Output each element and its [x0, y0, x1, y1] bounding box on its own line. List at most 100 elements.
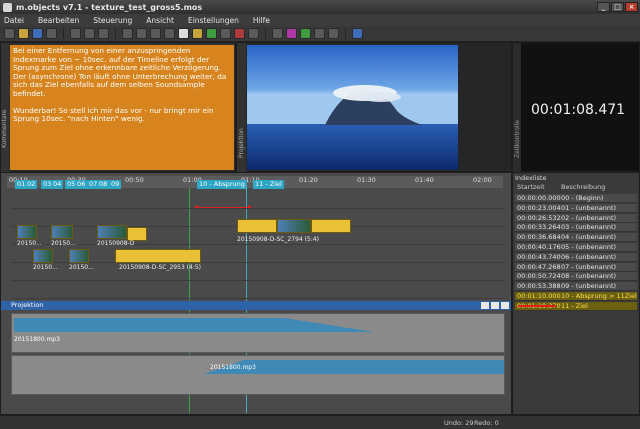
timeline-panel[interactable]: 00:10 00:30 00:50 01:00 01:10 01:20 01:3…	[0, 172, 512, 415]
track-option-icon[interactable]	[481, 302, 489, 309]
image-clip[interactable]	[33, 249, 53, 263]
index-row-time: 00:00:36.684	[517, 233, 561, 242]
index-marker-04[interactable]: 04	[51, 180, 64, 189]
index-row-desc: 02 - (unbenannt)	[561, 213, 617, 222]
hand-icon[interactable]	[164, 28, 175, 39]
projection-preview-image	[247, 45, 458, 170]
index-marker-08[interactable]: 08	[97, 180, 110, 189]
index-row-desc: 11 - Ziel	[561, 301, 588, 310]
index-row[interactable]: 00:00:50.724 08 - (unbenannt)	[515, 272, 637, 282]
menu-steuerung[interactable]: Steuerung	[93, 16, 132, 25]
pen-icon[interactable]	[122, 28, 133, 39]
minimize-button[interactable]: _	[597, 2, 610, 12]
close-button[interactable]: ×	[625, 2, 638, 12]
clip-label: 20150...	[33, 264, 58, 271]
undo-count: Undo: 29	[444, 418, 474, 427]
track-option-icon[interactable]	[501, 302, 509, 309]
index-marker-11[interactable]: 11 - Ziel	[253, 180, 284, 189]
index-row-desc: 06 - (unbenannt)	[561, 252, 617, 261]
index-row[interactable]: 00:00:47.268 07 - (unbenannt)	[515, 262, 637, 272]
index-row[interactable]: 00:00:40.176 05 - (unbenannt)	[515, 243, 637, 252]
globe-icon[interactable]	[352, 28, 363, 39]
step-icon[interactable]	[220, 28, 231, 39]
new-file-icon[interactable]	[4, 28, 15, 39]
redo-icon[interactable]	[84, 28, 95, 39]
index-row[interactable]: 00:01:10.000 10 - Absprung > 11Ziel	[515, 292, 637, 301]
timecode-panel: Zeitkontrolle 00:01:08.471	[512, 42, 640, 173]
menu-einstellungen[interactable]: Einstellungen	[188, 16, 239, 25]
redo-count: Redo: 0	[474, 418, 499, 427]
menu-bearbeiten[interactable]: Bearbeiten	[38, 16, 79, 25]
comments-side-label: Kommentare	[1, 43, 9, 173]
projection-icon[interactable]	[286, 28, 297, 39]
track-option-icon[interactable]	[491, 302, 499, 309]
menu-datei[interactable]: Datei	[4, 16, 24, 25]
image-clip[interactable]	[277, 219, 311, 233]
audio-track-1[interactable]: 20151800.mp3	[11, 313, 505, 353]
index-marker-06[interactable]: 06	[75, 180, 88, 189]
audio-track-2[interactable]: 20151800.mp3	[11, 355, 505, 395]
image-clip[interactable]	[51, 225, 73, 239]
transition-clip[interactable]	[127, 227, 147, 241]
index-row[interactable]: 00:00:36.684 04 - (unbenannt)	[515, 233, 637, 243]
undo-icon[interactable]	[70, 28, 81, 39]
index-row-time: 00:00:43.740	[517, 252, 561, 261]
properties-icon[interactable]	[46, 28, 57, 39]
top-panels: Kommentare Bei einer Entfernung von eine…	[0, 42, 640, 173]
pointer-icon[interactable]	[136, 28, 147, 39]
window-controls: _ □ ×	[597, 2, 638, 12]
clip-label: 20150...	[17, 240, 42, 247]
waveform-fade	[284, 318, 374, 332]
menu-ansicht[interactable]: Ansicht	[146, 16, 174, 25]
index-row[interactable]: 00:00:53.388 09 - (unbenannt)	[515, 282, 637, 292]
index-row[interactable]: 00:00:43.740 06 - (unbenannt)	[515, 252, 637, 262]
toolbar	[0, 26, 640, 42]
index-row[interactable]: 00:00:00.000 00 - (Beginn)	[515, 194, 637, 203]
comment-para-2: Der (asynchrone) Ton läuft ohne Unterbre…	[13, 71, 227, 98]
image-clip-yellow[interactable]	[311, 219, 351, 233]
record-icon[interactable]	[234, 28, 245, 39]
screen-icon[interactable]	[272, 28, 283, 39]
index-marker-02[interactable]: 02	[25, 180, 38, 189]
image-clip[interactable]	[97, 225, 127, 239]
projection-track-bar[interactable]: Projektion	[1, 301, 511, 310]
menu-hilfe[interactable]: Hilfe	[253, 16, 270, 25]
save-icon[interactable]	[32, 28, 43, 39]
image-clip-yellow[interactable]	[115, 249, 201, 263]
index-row[interactable]: 00:00:26.532 02 - (unbenannt)	[515, 213, 637, 223]
index-marker-09[interactable]: 09	[109, 180, 122, 189]
image-tracks: 20150... 20150... 20150908-D 20150... 20…	[11, 191, 505, 301]
index-row[interactable]: 00:00:33.264 03 - (unbenannt)	[515, 223, 637, 233]
pause-icon[interactable]	[192, 28, 203, 39]
col-starttime[interactable]: Startzeit	[515, 183, 561, 192]
battery-icon[interactable]	[300, 28, 311, 39]
track-lane[interactable]	[11, 281, 505, 299]
comment-note[interactable]: Bei einer Entfernung von einer anzusprin…	[10, 45, 234, 170]
comment-icon[interactable]	[248, 28, 259, 39]
status-bar: Undo: 29 Redo: 0	[0, 415, 640, 429]
index-panel: Indexliste Startzeit Beschreibung 00:00:…	[512, 172, 640, 415]
tool-icon[interactable]	[314, 28, 325, 39]
track-lane[interactable]	[11, 191, 505, 209]
toolbar-separator	[115, 28, 116, 39]
index-marker-10[interactable]: 10 - Absprung	[197, 180, 247, 189]
index-row[interactable]: 00:00:23.004 01 - (unbenannt)	[515, 203, 637, 213]
maximize-button[interactable]: □	[611, 2, 624, 12]
cut-icon[interactable]	[98, 28, 109, 39]
image-clip[interactable]	[69, 249, 89, 263]
open-folder-icon[interactable]	[18, 28, 29, 39]
col-description[interactable]: Beschreibung	[561, 183, 605, 192]
stop-icon[interactable]	[178, 28, 189, 39]
play-icon[interactable]	[206, 28, 217, 39]
wand-icon[interactable]	[328, 28, 339, 39]
ruler-tick: 01:40	[415, 176, 434, 184]
ruler-tick: 02:00	[473, 176, 492, 184]
clip-label: 20150908-D-SC_2794 (5:4)	[237, 236, 320, 243]
image-clip[interactable]	[17, 225, 37, 239]
ruler-tick: 01:30	[357, 176, 376, 184]
index-header: Startzeit Beschreibung	[515, 183, 637, 192]
zoom-icon[interactable]	[150, 28, 161, 39]
comment-para-1: Bei einer Entfernung von einer anzusprin…	[13, 46, 221, 73]
waveform	[244, 360, 504, 374]
image-clip-yellow[interactable]	[237, 219, 277, 233]
